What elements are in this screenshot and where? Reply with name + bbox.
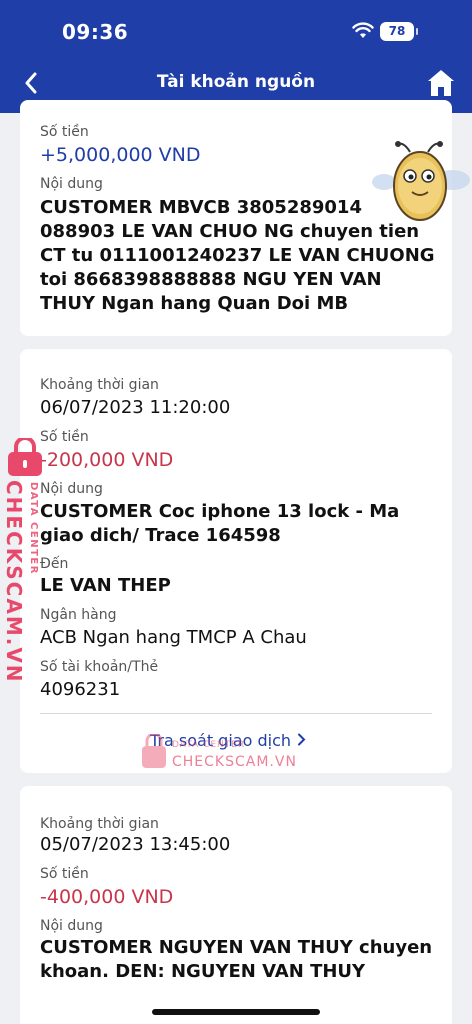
home-icon[interactable]: [426, 68, 456, 98]
app-header: 09:36 78 Tài khoản nguồn: [0, 0, 472, 113]
amount-label: Số tiền: [40, 124, 89, 140]
content-value: CUSTOMER NGUYEN VAN THUY chuyen khoan. D…: [40, 937, 433, 982]
account-label: Số tài khoản/Thẻ: [40, 659, 159, 675]
amount-value: +5,000,000 VND: [40, 144, 201, 166]
amount-value: -400,000 VND: [40, 886, 174, 908]
content-value: CUSTOMER Coc iphone 13 lock - Ma giao di…: [40, 501, 400, 546]
status-time: 09:36: [62, 20, 129, 44]
bee-mascot-icon: [372, 141, 470, 221]
watermark-center-text: CHECKSCAM.VN: [172, 754, 297, 770]
battery-indicator: 78: [380, 22, 418, 41]
recipient-value: LE VAN THEP: [40, 575, 171, 596]
watermark-side-text: CHECKSCAM.VN: [2, 480, 26, 684]
account-value: 4096231: [40, 679, 121, 700]
transaction-card: Khoảng thời gian 05/07/2023 13:45:00 Số …: [20, 786, 452, 1024]
bank-value: ACB Ngan hang TMCP A Chau: [40, 627, 307, 648]
amount-label: Số tiền: [40, 429, 89, 445]
amount-label: Số tiền: [40, 866, 89, 882]
time-value: 06/07/2023 11:20:00: [40, 397, 231, 418]
time-value: 05/07/2023 13:45:00: [40, 834, 231, 855]
watermark-center-subtext: DATA CENTER: [172, 740, 246, 750]
page-title: Tài khoản nguồn: [156, 72, 316, 92]
amount-value: -200,000 VND: [40, 449, 174, 471]
recipient-label: Đến: [40, 556, 69, 572]
time-label: Khoảng thời gian: [40, 816, 159, 832]
content-label: Nội dung: [40, 481, 103, 497]
divider: [40, 713, 432, 714]
wifi-icon: [352, 22, 374, 38]
watermark-side-subtext: DATA CENTER: [28, 482, 39, 575]
bank-label: Ngân hàng: [40, 607, 117, 623]
content-label: Nội dung: [40, 176, 103, 192]
time-label: Khoảng thời gian: [40, 377, 159, 393]
content-label: Nội dung: [40, 918, 103, 934]
transaction-card: Khoảng thời gian 06/07/2023 11:20:00 Số …: [20, 349, 452, 773]
home-indicator: [152, 1009, 320, 1015]
